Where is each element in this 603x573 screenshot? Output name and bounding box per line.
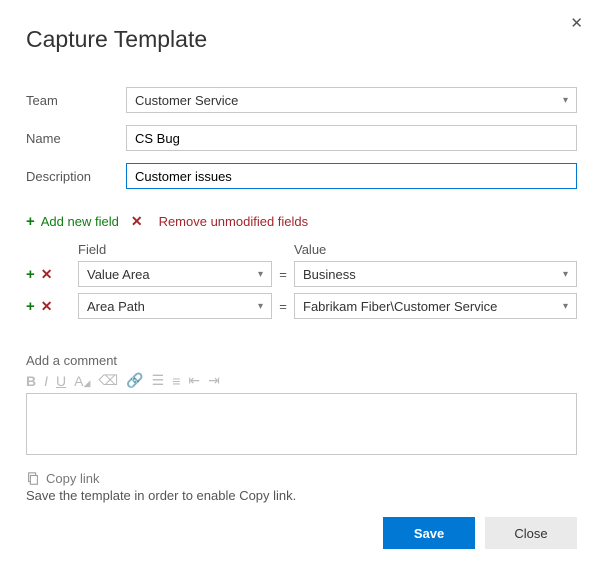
comment-label: Add a comment <box>26 353 577 368</box>
description-input[interactable] <box>126 163 577 189</box>
add-field-link[interactable]: Add new field <box>41 214 119 229</box>
field-value-value: Fabrikam Fiber\Customer Service <box>303 299 497 314</box>
comment-block: Add a comment B I U A◢ ⌫ 🔗 ☰ ≡ ⇤ ⇥ <box>26 353 577 455</box>
chevron-down-icon: ▾ <box>563 301 568 312</box>
field-name-select[interactable]: Value Area ▾ <box>78 261 272 287</box>
bullet-list-icon[interactable]: ☰ <box>152 372 165 389</box>
comment-input[interactable] <box>26 393 577 455</box>
dialog-title: Capture Template <box>26 26 577 53</box>
close-icon[interactable]: ✕ <box>570 14 583 32</box>
field-actions-row: + Add new field ✕ Remove unmodified fiel… <box>26 213 577 230</box>
indent-icon[interactable]: ⇥ <box>208 372 220 389</box>
name-row: Name <box>26 125 577 151</box>
save-button[interactable]: Save <box>383 517 475 549</box>
x-icon[interactable]: ✕ <box>41 298 53 315</box>
field-name-select[interactable]: Area Path ▾ <box>78 293 272 319</box>
comment-toolbar: B I U A◢ ⌫ 🔗 ☰ ≡ ⇤ ⇥ <box>26 372 577 389</box>
copy-link-hint: Save the template in order to enable Cop… <box>26 488 577 503</box>
bold-icon[interactable]: B <box>26 373 36 389</box>
field-value-select[interactable]: Business ▾ <box>294 261 577 287</box>
plus-icon[interactable]: + <box>26 266 35 283</box>
field-row: + ✕ Area Path ▾ = Fabrikam Fiber\Custome… <box>26 293 577 319</box>
description-label: Description <box>26 169 126 184</box>
fields-header: Field Value <box>26 242 577 257</box>
team-select[interactable]: Customer Service ▾ <box>126 87 577 113</box>
name-input[interactable] <box>126 125 577 151</box>
row-actions: + ✕ <box>26 298 78 315</box>
name-label: Name <box>26 131 126 146</box>
plus-icon: + <box>26 213 35 230</box>
x-icon: ✕ <box>131 213 143 230</box>
chevron-down-icon: ▾ <box>258 269 263 280</box>
dialog-footer: Save Close <box>383 517 577 549</box>
copy-link-button[interactable]: Copy link <box>46 471 99 486</box>
team-row: Team Customer Service ▾ <box>26 87 577 113</box>
close-button[interactable]: Close <box>485 517 577 549</box>
value-header: Value <box>294 242 577 257</box>
description-row: Description <box>26 163 577 189</box>
field-value-select[interactable]: Fabrikam Fiber\Customer Service ▾ <box>294 293 577 319</box>
field-value-value: Business <box>303 267 356 282</box>
x-icon[interactable]: ✕ <box>41 266 53 283</box>
link-icon[interactable]: 🔗 <box>126 372 143 389</box>
clear-format-icon[interactable]: ⌫ <box>98 372 118 389</box>
outdent-icon[interactable]: ⇤ <box>188 372 200 389</box>
field-header: Field <box>78 242 272 257</box>
team-label: Team <box>26 93 126 108</box>
chevron-down-icon: ▾ <box>563 95 568 106</box>
equals-sign: = <box>272 299 294 314</box>
field-name-value: Value Area <box>87 267 150 282</box>
copy-icon <box>26 472 40 486</box>
team-value: Customer Service <box>135 93 238 108</box>
chevron-down-icon: ▾ <box>258 301 263 312</box>
field-name-value: Area Path <box>87 299 145 314</box>
row-actions: + ✕ <box>26 266 78 283</box>
plus-icon[interactable]: + <box>26 298 35 315</box>
italic-icon[interactable]: I <box>44 373 48 389</box>
font-color-icon[interactable]: A◢ <box>74 373 90 389</box>
number-list-icon[interactable]: ≡ <box>172 373 180 389</box>
field-row: + ✕ Value Area ▾ = Business ▾ <box>26 261 577 287</box>
chevron-down-icon: ▾ <box>563 269 568 280</box>
remove-fields-link[interactable]: Remove unmodified fields <box>159 214 309 229</box>
copy-link-row: Copy link <box>26 471 577 486</box>
equals-sign: = <box>272 267 294 282</box>
underline-icon[interactable]: U <box>56 373 66 389</box>
